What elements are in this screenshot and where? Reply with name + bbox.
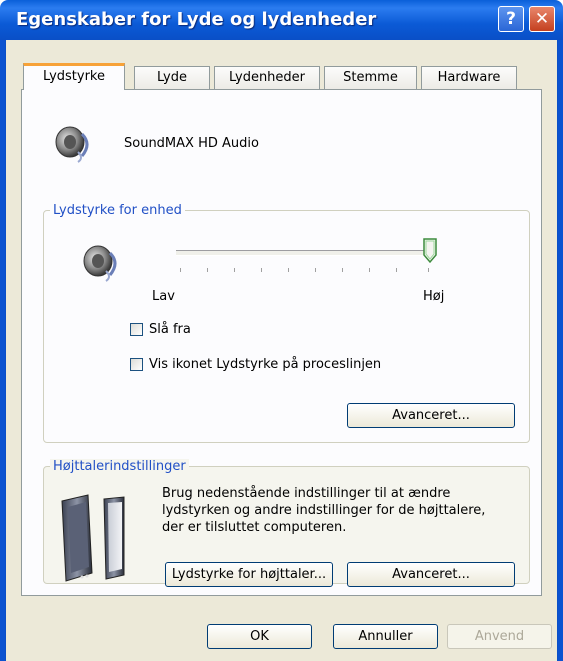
cancel-button[interactable]: Annuller (333, 624, 438, 649)
tab-lydstyrke[interactable]: Lydstyrke (23, 63, 125, 90)
tab-hardware[interactable]: Hardware (421, 66, 517, 89)
speakers-icon (61, 494, 125, 582)
close-button[interactable]: ✕ (529, 6, 555, 32)
ok-button[interactable]: OK (207, 624, 312, 649)
mute-checkbox[interactable] (130, 323, 143, 336)
window-frame-right (558, 40, 563, 661)
device-name: SoundMAX HD Audio (124, 136, 259, 151)
tab-lyde[interactable]: Lyde (134, 66, 210, 89)
mute-label[interactable]: Slå fra (149, 322, 191, 337)
tray-icon-label[interactable]: Vis ikonet Lydstyrke på proceslinjen (149, 357, 381, 372)
speaker-advanced-button[interactable]: Avanceret... (347, 562, 515, 587)
volume-speaker-icon (83, 245, 117, 282)
speaker-group-title: Højttalerindstillinger (50, 459, 189, 474)
slider-tick (342, 268, 343, 272)
apply-button[interactable]: Anvend (447, 624, 552, 649)
slider-tick (369, 268, 370, 272)
volume-group-title: Lydstyrke for enhed (50, 203, 185, 218)
slider-tick (315, 268, 316, 272)
slider-tick (207, 268, 208, 272)
tab-stemme[interactable]: Stemme (324, 66, 417, 89)
slider-tick (180, 268, 181, 272)
speaker-description-line3: der er tilsluttet computeren. (162, 520, 347, 535)
slider-low-label: Lav (152, 289, 175, 304)
tray-icon-checkbox[interactable] (130, 358, 143, 371)
slider-high-label: Høj (423, 289, 445, 304)
slider-tick (288, 268, 289, 272)
help-button[interactable]: ? (498, 6, 524, 32)
window-title: Egenskaber for Lyde og lydenheder (16, 9, 377, 30)
slider-tick (396, 268, 397, 272)
speaker-description-line1: Brug nedenstående indstillinger til at æ… (162, 486, 451, 501)
title-bar[interactable]: Egenskaber for Lyde og lydenheder ? ✕ (0, 0, 563, 40)
speaker-icon (55, 126, 89, 163)
speaker-volume-button[interactable]: Lydstyrke for højttaler... (165, 562, 333, 587)
volume-slider-thumb[interactable] (423, 238, 437, 264)
slider-tick (428, 268, 429, 272)
slider-tick (261, 268, 262, 272)
volume-advanced-button[interactable]: Avanceret... (347, 403, 515, 428)
volume-slider-track[interactable] (176, 250, 432, 256)
slider-tick (234, 268, 235, 272)
speaker-description-line2: lydstyrken og andre indstillinger for de… (162, 503, 486, 518)
tab-lydenheder[interactable]: Lydenheder (214, 66, 320, 89)
